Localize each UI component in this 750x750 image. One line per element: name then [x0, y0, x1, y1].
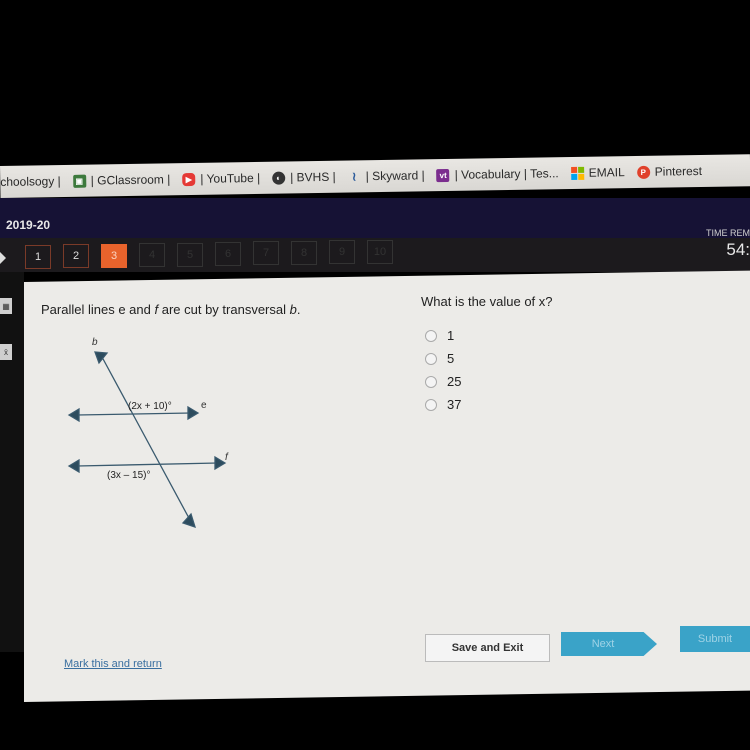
choice-2[interactable]: 5	[425, 351, 454, 366]
arrowhead-b-top	[94, 351, 109, 365]
bookmark-label: | GClassroom |	[90, 172, 171, 188]
top-bar: 2019-20	[0, 198, 750, 238]
youtube-icon: ▶	[182, 172, 196, 186]
question-prompt: Parallel lines e and f are cut by transv…	[41, 302, 301, 317]
label-f: f	[225, 452, 229, 463]
bookmark-label: EMAIL	[588, 165, 625, 180]
line-b-ref: b	[289, 302, 297, 317]
bookmark-pinterest[interactable]: P Pinterest	[636, 163, 703, 179]
next-button[interactable]: Next	[561, 632, 657, 656]
question-number-8[interactable]: 8	[291, 240, 317, 265]
question-number-10[interactable]: 10	[367, 239, 393, 264]
submit-button[interactable]: Submit	[680, 626, 750, 652]
formula-tool-icon[interactable]: x̄	[0, 344, 12, 360]
line-e	[76, 412, 192, 416]
transversal-b	[101, 356, 191, 521]
bookmark-label: Pinterest	[654, 163, 703, 179]
choice-label: 5	[447, 351, 455, 366]
bookmark-vocabulary[interactable]: vt | Vocabulary | Tes...	[436, 166, 559, 182]
pinterest-icon: P	[636, 165, 650, 179]
choice-label: 25	[447, 374, 462, 389]
label-e: e	[201, 400, 207, 411]
question-number-4[interactable]: 4	[139, 243, 165, 268]
question-number-5[interactable]: 5	[177, 242, 203, 267]
parallel-lines-diagram: b e f (2x + 10)° (3x – 15)°	[67, 337, 229, 529]
bookmark-bvhs[interactable]: ◐ | BVHS |	[272, 170, 336, 185]
line-f	[76, 462, 219, 467]
question-number-9[interactable]: 9	[329, 240, 355, 265]
globe-icon: ◐	[272, 171, 286, 185]
vocabulary-icon: vt	[436, 168, 450, 182]
timer-label: TIME REM	[706, 228, 750, 238]
question-number-3[interactable]: 3	[101, 243, 127, 268]
gclassroom-icon: ▣	[72, 174, 86, 188]
mark-and-return-link[interactable]: Mark this and return	[64, 658, 162, 670]
bookmark-label: | BVHS |	[290, 169, 336, 185]
bookmark-label: chools​ogy |	[0, 174, 61, 189]
bookmark-skyward[interactable]: ≀ | Skyward |	[348, 168, 425, 183]
radio-button[interactable]	[425, 375, 437, 388]
bookmark-label: | Vocabulary | Tes...	[454, 166, 559, 182]
save-and-exit-button[interactable]: Save and Exit	[425, 634, 550, 662]
radio-button[interactable]	[425, 329, 437, 342]
question-text: What is the value of x?	[421, 294, 553, 309]
bookmark-label: | YouTube |	[200, 170, 261, 186]
question-number-2[interactable]: 2	[63, 244, 89, 269]
arrowhead-e-right	[187, 405, 200, 421]
arrowhead-f-left	[67, 458, 80, 474]
microsoft-icon	[570, 166, 584, 180]
question-number-7[interactable]: 7	[253, 241, 279, 266]
bookmark-youtube[interactable]: ▶ | YouTube |	[182, 171, 260, 186]
arrowhead-e-left	[67, 407, 80, 423]
angle-bottom-label: (3x – 15)°	[107, 470, 150, 481]
calculator-tool-icon[interactable]: ▦	[0, 298, 12, 314]
line-e-ref: e	[118, 302, 126, 317]
choice-4[interactable]: 37	[425, 397, 461, 412]
bookmarks-bar: chools​ogy | ▣ | GClassroom | ▶ | YouTube …	[0, 154, 750, 198]
label-b: b	[92, 337, 98, 348]
bookmark-label: | Skyward |	[365, 168, 425, 184]
radio-button[interactable]	[425, 398, 437, 411]
question-number-1[interactable]: 1	[25, 245, 51, 269]
choice-label: 37	[447, 397, 462, 412]
side-toolbar	[0, 272, 24, 652]
choice-1[interactable]: 1	[425, 328, 454, 343]
line-f-ref: f	[154, 302, 159, 317]
skyward-icon: ≀	[351, 169, 357, 184]
nav-arrow-icon[interactable]	[0, 252, 6, 264]
bookmark-schoology[interactable]: chools​ogy |	[0, 174, 61, 189]
timer-value: 54:	[726, 240, 750, 259]
arrowhead-b-bottom	[181, 512, 196, 529]
arrowhead-f-right	[214, 455, 227, 471]
question-number-6[interactable]: 6	[215, 242, 241, 266]
choice-label: 1	[447, 328, 455, 343]
choice-3[interactable]: 25	[425, 374, 461, 389]
angle-top-label: (2x + 10)°	[128, 401, 172, 412]
bookmark-email[interactable]: EMAIL	[570, 165, 625, 180]
course-title: 2019-20	[6, 218, 51, 232]
bookmark-gclassroom[interactable]: ▣ | GClassroom |	[72, 172, 171, 188]
radio-button[interactable]	[425, 352, 437, 365]
